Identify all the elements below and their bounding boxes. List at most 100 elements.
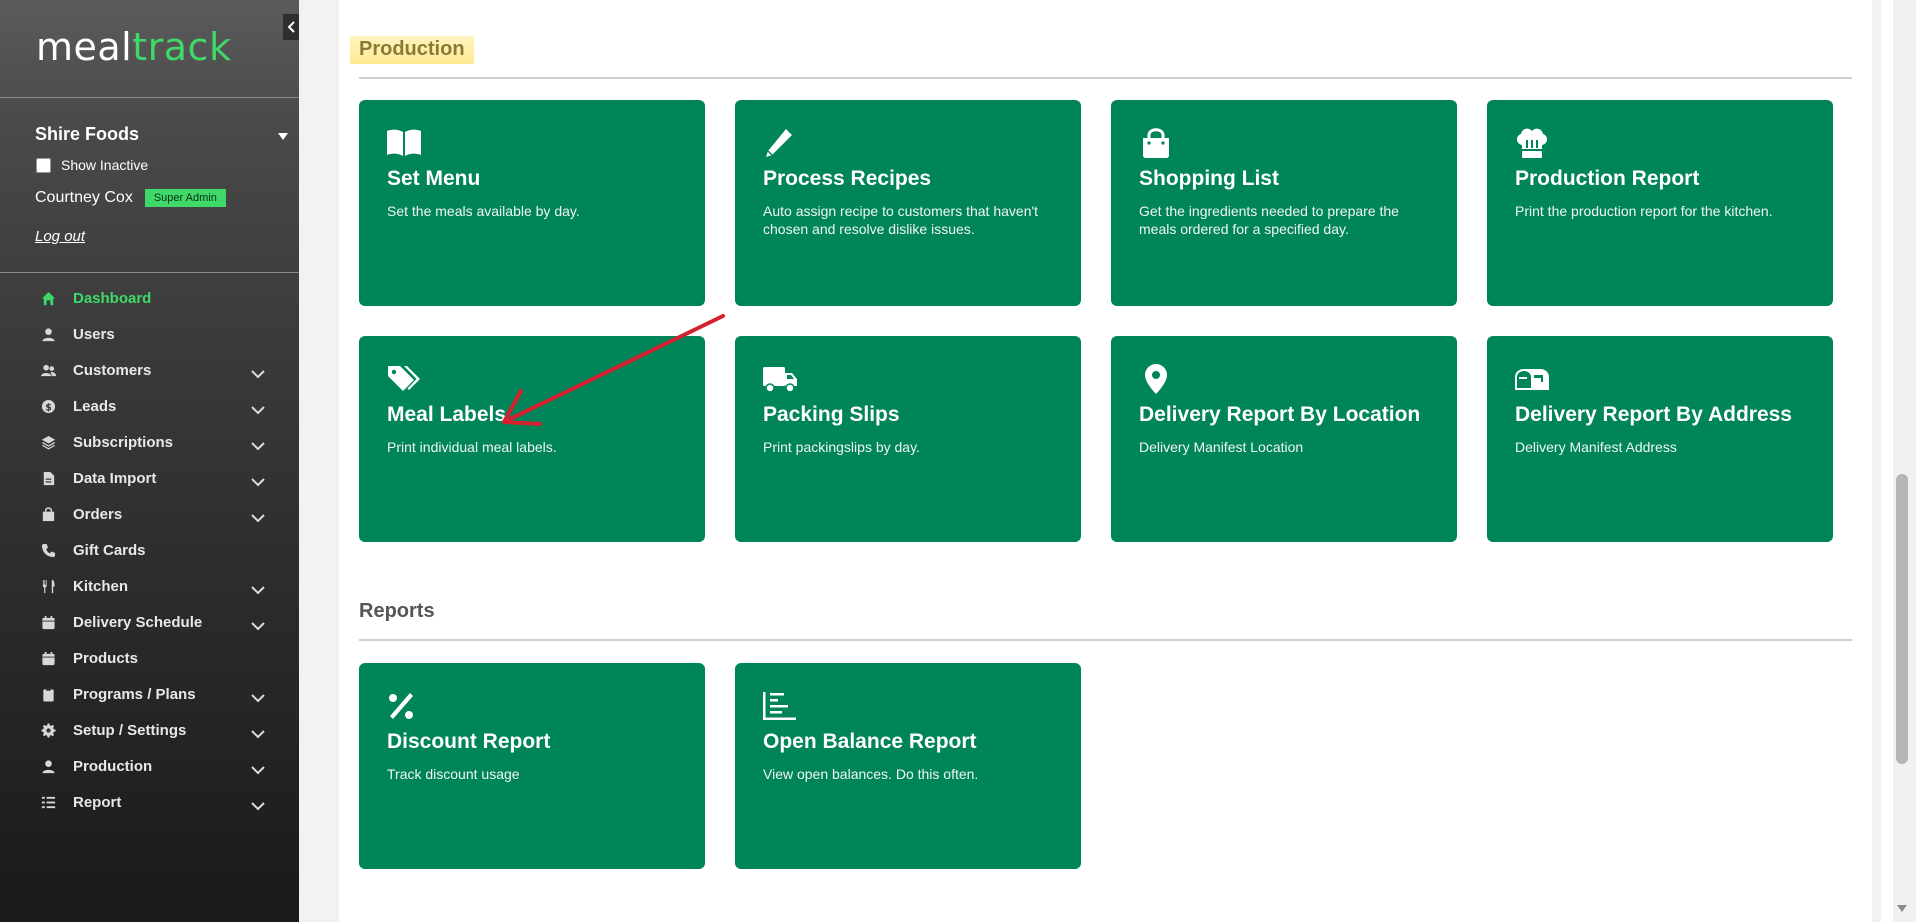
calendar-icon — [40, 650, 56, 666]
sidebar: meal track Shire Foods Show Inactive Cour… — [0, 0, 300, 922]
sidebar-item-subscriptions[interactable]: Subscriptions — [0, 424, 299, 460]
phone-icon — [40, 542, 56, 558]
brand-logo[interactable]: meal track — [36, 22, 231, 72]
chevron-down-icon[interactable] — [251, 582, 265, 595]
sidebar-item-products[interactable]: Products — [0, 640, 299, 676]
chevron-left-icon — [287, 21, 295, 33]
card-set-menu[interactable]: Set Menu Set the meals available by day. — [359, 100, 705, 306]
card-description: Set the meals available by day. — [387, 203, 580, 219]
utensils-icon — [40, 578, 56, 594]
sidebar-item-label: Products — [73, 649, 139, 667]
chevron-down-icon[interactable] — [251, 690, 265, 703]
tags-icon — [386, 363, 422, 395]
sidebar-item-label: Delivery Schedule — [73, 613, 203, 631]
sidebar-item-leads[interactable]: $ Leads — [0, 388, 299, 424]
sidebar-item-label: Dashboard — [73, 289, 152, 307]
card-process-recipes[interactable]: Process Recipes Auto assign recipe to cus… — [735, 100, 1081, 306]
scroll-down-arrow-icon[interactable] — [1897, 905, 1907, 913]
mailbox-icon — [1514, 363, 1550, 395]
home-icon — [40, 290, 56, 306]
chevron-down-icon[interactable] — [251, 798, 265, 811]
card-production-report[interactable]: Production Report Print the production re… — [1487, 100, 1833, 306]
brand-logo-part2: track — [132, 25, 232, 69]
card-description: Print the production report for the kitc… — [1515, 203, 1773, 219]
collapse-sidebar-button[interactable] — [283, 14, 300, 40]
sidebar-item-dashboard[interactable]: Dashboard — [0, 280, 299, 316]
card-description: Track discount usage — [387, 766, 520, 782]
sidebar-item-gift-cards[interactable]: Gift Cards — [0, 532, 299, 568]
sidebar-item-production[interactable]: Production — [0, 748, 299, 784]
user-icon — [40, 326, 56, 342]
reports-section-title: Reports — [359, 600, 435, 622]
clipboard-icon — [40, 686, 56, 702]
sidebar-item-programs-plans[interactable]: Programs / Plans — [0, 676, 299, 712]
chevron-down-icon[interactable] — [251, 366, 265, 379]
show-inactive-toggle[interactable]: Show Inactive — [36, 157, 148, 173]
scrollbar-thumb[interactable] — [1896, 474, 1908, 764]
sidebar-item-label: Users — [73, 325, 115, 343]
card-title: Production Report — [1515, 167, 1700, 190]
sidebar-item-setup-settings[interactable]: Setup / Settings — [0, 712, 299, 748]
sidebar-item-data-import[interactable]: Data Import — [0, 460, 299, 496]
card-title: Delivery Report By Location — [1139, 403, 1421, 426]
card-open-balance-report[interactable]: Open Balance Report View open balances. D… — [735, 663, 1081, 869]
book-icon — [386, 127, 422, 159]
user-name: Courtney Cox — [35, 189, 133, 206]
sidebar-item-delivery-schedule[interactable]: Delivery Schedule — [0, 604, 299, 640]
chevron-down-icon[interactable] — [251, 402, 265, 415]
current-user: Courtney Cox Super Admin — [35, 189, 226, 207]
sidebar-item-label: Gift Cards — [73, 541, 146, 559]
sidebar-item-orders[interactable]: Orders — [0, 496, 299, 532]
dollar-icon: $ — [40, 398, 56, 414]
chevron-down-icon[interactable] — [251, 618, 265, 631]
chevron-down-icon[interactable] — [251, 510, 265, 523]
sidebar-item-label: Production — [73, 757, 153, 775]
sidebar-item-label: Subscriptions — [73, 433, 174, 451]
card-description: Print individual meal labels. — [387, 439, 557, 455]
section-divider — [359, 77, 1852, 79]
card-description: Delivery Manifest Location — [1139, 439, 1304, 455]
chef-hat-icon — [1514, 127, 1550, 159]
production-section-title: Production — [350, 36, 474, 64]
card-description: View open balances. Do this often. — [763, 766, 979, 782]
annotation-arrow-icon — [502, 314, 725, 426]
chevron-down-icon[interactable] — [251, 762, 265, 775]
organization-name[interactable]: Shire Foods — [35, 124, 139, 145]
bag-icon — [40, 506, 56, 522]
card-delivery-report-by-address[interactable]: Delivery Report By Address Delivery Manif… — [1487, 336, 1833, 542]
sidebar-nav: Dashboard Users Customers $ Leads Subscriptio… — [0, 280, 299, 820]
sidebar-item-label: Leads — [73, 397, 117, 415]
card-shopping-list[interactable]: Shopping List Get the ingredients needed … — [1111, 100, 1457, 306]
sidebar-item-label: Data Import — [73, 469, 157, 487]
svg-text:$: $ — [45, 402, 52, 413]
sidebar-item-label: Kitchen — [73, 577, 129, 595]
card-packing-slips[interactable]: Packing Slips Print packingslips by day. — [735, 336, 1081, 542]
card-delivery-report-by-location[interactable]: Delivery Report By Location Delivery Mani… — [1111, 336, 1457, 542]
layers-icon — [40, 434, 56, 450]
pen-icon — [762, 127, 798, 159]
chevron-down-icon[interactable] — [251, 438, 265, 451]
truck-icon — [762, 363, 798, 395]
caret-down-icon[interactable] — [278, 133, 288, 140]
logout-link[interactable]: Log out — [35, 228, 85, 245]
card-title: Packing Slips — [763, 403, 900, 426]
page-scrollbar[interactable] — [1893, 0, 1916, 922]
sidebar-item-label: Programs / Plans — [73, 685, 196, 703]
sidebar-item-label: Report — [73, 793, 122, 811]
shopping-bag-icon — [1138, 127, 1174, 159]
card-discount-report[interactable]: Discount Report Track discount usage — [359, 663, 705, 869]
show-inactive-checkbox[interactable] — [36, 157, 51, 173]
sidebar-item-users[interactable]: Users — [0, 316, 299, 352]
sidebar-item-report[interactable]: Report — [0, 784, 299, 820]
file-icon — [40, 470, 56, 486]
sidebar-item-kitchen[interactable]: Kitchen — [0, 568, 299, 604]
card-title: Meal Labels — [387, 403, 507, 426]
card-title: Delivery Report By Address — [1515, 403, 1792, 426]
card-description: Get the ingredients needed to prepare th… — [1139, 203, 1399, 237]
brand-logo-part1: meal — [36, 25, 133, 69]
chevron-down-icon[interactable] — [251, 726, 265, 739]
chart-icon — [762, 690, 798, 722]
card-description: Delivery Manifest Address — [1515, 439, 1677, 455]
chevron-down-icon[interactable] — [251, 474, 265, 487]
sidebar-item-customers[interactable]: Customers — [0, 352, 299, 388]
